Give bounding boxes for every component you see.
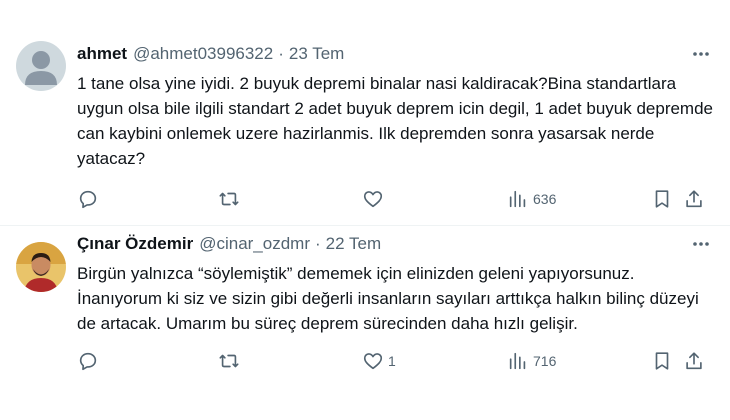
retweet-button[interactable] [218, 350, 240, 372]
tweet-actions: 1 716 [77, 350, 716, 374]
separator: · [278, 44, 284, 63]
share-icon [686, 352, 702, 370]
separator: · [315, 234, 321, 253]
default-avatar-icon [16, 41, 66, 91]
avatar[interactable] [16, 242, 66, 292]
author-handle[interactable]: @ahmet03996322 [133, 44, 273, 64]
reply-icon [79, 352, 97, 371]
tweet-header: Çınar Özdemir @cinar_ozdmr · 22 Tem [77, 232, 716, 256]
views-icon [509, 190, 526, 208]
tweet-header: ahmet @ahmet03996322 · 23 Tem [77, 42, 716, 66]
avatar[interactable] [16, 41, 66, 91]
tweet-date[interactable]: 23 Tem [289, 44, 344, 64]
retweet-button[interactable] [218, 188, 240, 210]
bookmark-icon [655, 190, 669, 208]
bookmark-icon [655, 352, 669, 370]
retweet-icon [219, 192, 239, 206]
author-handle[interactable]: @cinar_ozdmr [199, 234, 310, 254]
retweet-icon [219, 354, 239, 368]
views-button[interactable]: 636 [507, 188, 556, 210]
views-button[interactable]: 716 [507, 350, 556, 372]
bookmark-button[interactable] [651, 188, 673, 210]
tweet-text: Birgün yalnızca “söylemiştik” dememek iç… [77, 264, 699, 333]
share-button[interactable] [683, 350, 705, 372]
like-button[interactable]: 1 [362, 350, 396, 372]
reply-icon [79, 190, 97, 209]
share-icon [686, 190, 702, 208]
profile-photo-icon [16, 242, 66, 292]
tweet-date[interactable]: 22 Tem [326, 234, 381, 254]
share-button[interactable] [683, 188, 705, 210]
like-icon [363, 353, 383, 370]
views-icon [509, 352, 526, 370]
tweet-actions: 636 [77, 188, 716, 212]
bookmark-button[interactable] [651, 350, 673, 372]
more-icon[interactable] [690, 234, 712, 254]
tweet[interactable]: Çınar Özdemir @cinar_ozdmr · 22 Tem Birg… [0, 226, 730, 420]
more-icon[interactable] [690, 44, 712, 64]
reply-button[interactable] [77, 350, 99, 372]
tweet[interactable]: ahmet @ahmet03996322 · 23 Tem 1 tane ols… [0, 0, 730, 226]
like-button[interactable] [362, 188, 388, 210]
author-name[interactable]: ahmet [77, 44, 127, 64]
views-count: 636 [533, 191, 557, 207]
reply-button[interactable] [77, 188, 99, 210]
like-icon [363, 191, 383, 208]
like-count: 1 [388, 353, 396, 369]
views-count: 716 [533, 353, 557, 369]
author-name[interactable]: Çınar Özdemir [77, 234, 193, 254]
tweet-text: 1 tane olsa yine iyidi. 2 buyuk depremi … [77, 74, 714, 168]
